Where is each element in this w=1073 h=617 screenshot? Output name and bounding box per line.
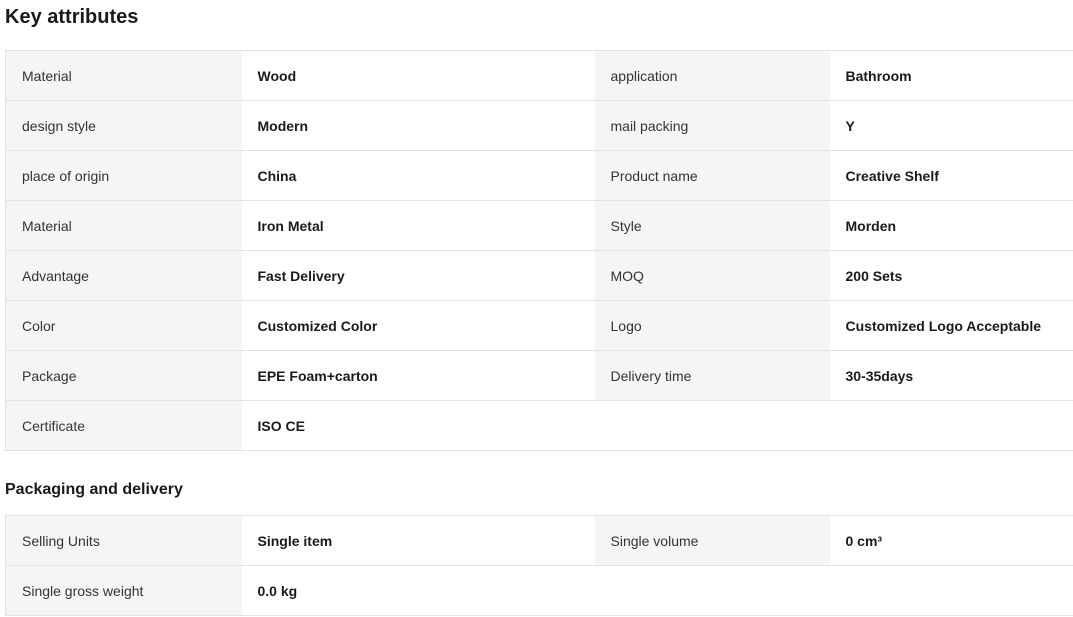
attribute-value: Single item [241,515,595,566]
attribute-label: Single volume [594,515,830,566]
attribute-value: Iron Metal [241,200,595,251]
empty-cell [829,565,1073,616]
attribute-value: 0.0 kg [241,565,595,616]
table-row: Certificate ISO CE [5,400,1073,451]
table-row: Material Wood application Bathroom [5,50,1073,101]
attribute-value: Modern [241,100,595,151]
attribute-label: mail packing [594,100,830,151]
attribute-value: ISO CE [241,400,595,451]
attribute-label: place of origin [5,150,242,201]
attribute-label: Logo [594,300,830,351]
attribute-value: Customized Logo Acceptable [829,300,1073,351]
attribute-value: Fast Delivery [241,250,595,301]
attribute-value: China [241,150,595,201]
attribute-value: Y [829,100,1073,151]
attribute-label: Single gross weight [5,565,242,616]
attribute-value: Morden [829,200,1073,251]
attribute-label: Material [5,50,242,101]
table-row: Material Iron Metal Style Morden [5,200,1073,251]
table-row: Advantage Fast Delivery MOQ 200 Sets [5,250,1073,301]
empty-cell [829,400,1073,451]
packaging-delivery-table: Selling Units Single item Single volume … [5,515,1073,616]
attribute-label: design style [5,100,242,151]
attribute-label: Style [594,200,830,251]
attribute-label: application [594,50,830,101]
attribute-value: Wood [241,50,595,101]
attribute-label: Selling Units [5,515,242,566]
attribute-value: 200 Sets [829,250,1073,301]
empty-cell [594,565,830,616]
table-row: Single gross weight 0.0 kg [5,565,1073,616]
table-row: place of origin China Product name Creat… [5,150,1073,201]
table-row: Package EPE Foam+carton Delivery time 30… [5,350,1073,401]
attribute-label: Delivery time [594,350,830,401]
attribute-value: Creative Shelf [829,150,1073,201]
attribute-label: Material [5,200,242,251]
attribute-value: EPE Foam+carton [241,350,595,401]
attribute-label: Color [5,300,242,351]
attribute-label: Advantage [5,250,242,301]
attribute-label: Product name [594,150,830,201]
table-row: design style Modern mail packing Y [5,100,1073,151]
attribute-label: MOQ [594,250,830,301]
table-row: Selling Units Single item Single volume … [5,515,1073,566]
packaging-delivery-title: Packaging and delivery [5,481,183,498]
key-attributes-table: Material Wood application Bathroom desig… [5,50,1073,451]
attribute-label: Package [5,350,242,401]
empty-cell [594,400,830,451]
key-attributes-title: Key attributes [5,6,139,28]
table-row: Color Customized Color Logo Customized L… [5,300,1073,351]
attribute-label: Certificate [5,400,242,451]
attribute-value: 30-35days [829,350,1073,401]
attribute-value: Customized Color [241,300,595,351]
attribute-value: 0 cm³ [829,515,1073,566]
attribute-value: Bathroom [829,50,1073,101]
